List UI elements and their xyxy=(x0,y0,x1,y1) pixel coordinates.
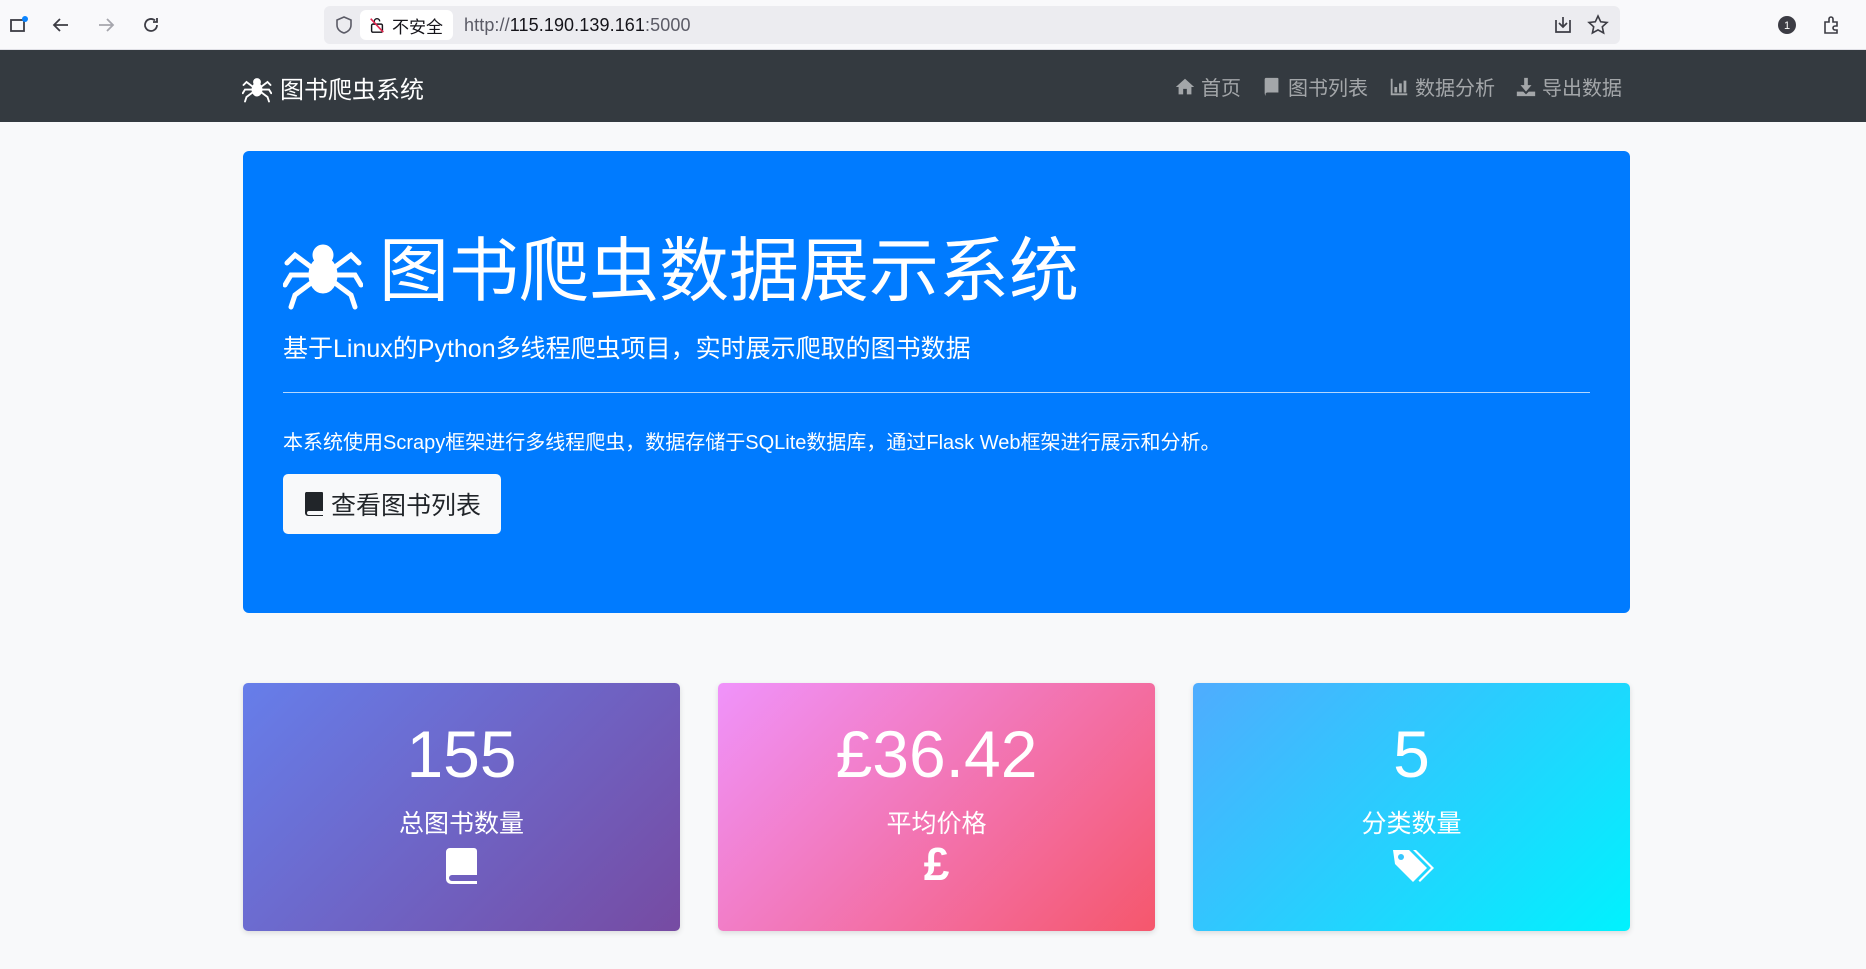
book-icon xyxy=(1264,77,1279,96)
brand-label: 图书爬虫系统 xyxy=(280,77,424,104)
spider-icon xyxy=(283,244,363,310)
notification-icon: 1 xyxy=(1778,16,1796,34)
chart-icon xyxy=(1390,78,1408,95)
tab-overview-button[interactable] xyxy=(4,10,34,40)
url-port: :5000 xyxy=(645,15,691,35)
nav-data-analysis[interactable]: 数据分析 xyxy=(1388,72,1495,101)
view-book-list-button[interactable]: 查看图书列表 xyxy=(283,474,502,534)
nav-export-data[interactable]: 导出数据 xyxy=(1515,72,1622,101)
download-icon xyxy=(1516,77,1536,96)
view-book-list-label: 查看图书列表 xyxy=(331,492,482,520)
bookmark-star-icon[interactable] xyxy=(1587,14,1609,36)
url-scheme: http:// xyxy=(464,15,510,35)
url-text[interactable]: http://115.190.139.161:5000 xyxy=(464,15,691,36)
hero-title: 图书爬虫数据展示系统 xyxy=(283,231,1079,311)
hero-divider xyxy=(283,392,1590,393)
nav-data-analysis-label: 数据分析 xyxy=(1415,78,1495,100)
svg-text:1: 1 xyxy=(1784,20,1790,32)
reload-button[interactable] xyxy=(136,10,166,40)
extensions-icon xyxy=(1824,16,1838,34)
nav-export-data-label: 导出数据 xyxy=(1542,78,1622,100)
stat-card-average-price: £36.42 平均价格 £ xyxy=(718,683,1155,931)
stat-value: 155 xyxy=(406,717,517,791)
notification-badge[interactable]: 1 xyxy=(1772,10,1802,40)
tags-icon xyxy=(1392,850,1434,882)
book-icon xyxy=(304,492,323,516)
forward-button[interactable] xyxy=(91,10,121,40)
tabs-icon xyxy=(10,16,28,32)
back-button[interactable] xyxy=(46,10,76,40)
hero-lead: 基于Linux的Python多线程爬虫项目，实时展示爬取的图书数据 xyxy=(283,335,971,363)
stat-card-category-count: 5 分类数量 xyxy=(1193,683,1630,931)
browser-toolbar: 不安全 http://115.190.139.161:5000 1 xyxy=(0,0,1866,50)
nav-book-list-label: 图书列表 xyxy=(1288,78,1368,100)
extensions-button[interactable] xyxy=(1816,10,1846,40)
save-page-icon[interactable] xyxy=(1552,14,1574,36)
stat-label: 总图书数量 xyxy=(398,810,524,838)
nav-home[interactable]: 首页 xyxy=(1174,72,1241,101)
home-icon xyxy=(1175,78,1195,94)
address-bar[interactable]: 不安全 http://115.190.139.161:5000 xyxy=(324,6,1620,44)
reload-icon xyxy=(144,18,158,32)
site-navbar: 图书爬虫系统 首页 图书列表 数据分析 导出数据 xyxy=(0,50,1866,122)
url-host: 115.190.139.161 xyxy=(509,15,646,35)
arrow-left-icon xyxy=(52,18,68,32)
hero-jumbotron: 图书爬虫数据展示系统 基于Linux的Python多线程爬虫项目，实时展示爬取的… xyxy=(243,151,1630,613)
stat-card-total-books: 155 总图书数量 xyxy=(243,683,680,931)
pound-icon: £ xyxy=(923,838,950,890)
insecure-indicator[interactable]: 不安全 xyxy=(360,10,453,40)
insecure-lock-icon xyxy=(370,18,384,33)
nav-book-list[interactable]: 图书列表 xyxy=(1261,72,1368,101)
hero-title-text: 图书爬虫数据展示系统 xyxy=(379,232,1079,310)
stat-label: 平均价格 xyxy=(886,810,987,838)
insecure-label: 不安全 xyxy=(392,17,443,37)
nav-home-label: 首页 xyxy=(1201,78,1241,100)
shield-icon[interactable] xyxy=(334,15,354,35)
spider-icon xyxy=(242,77,272,102)
stat-value: 5 xyxy=(1393,717,1430,791)
navbar-brand[interactable]: 图书爬虫系统 xyxy=(242,70,424,105)
stat-label: 分类数量 xyxy=(1361,810,1462,838)
arrow-right-icon xyxy=(99,18,115,32)
stat-value: £36.42 xyxy=(835,717,1038,791)
hero-description: 本系统使用Scrapy框架进行多线程爬虫，数据存储于SQLite数据库，通过Fl… xyxy=(283,432,1221,454)
book-icon xyxy=(445,848,477,884)
